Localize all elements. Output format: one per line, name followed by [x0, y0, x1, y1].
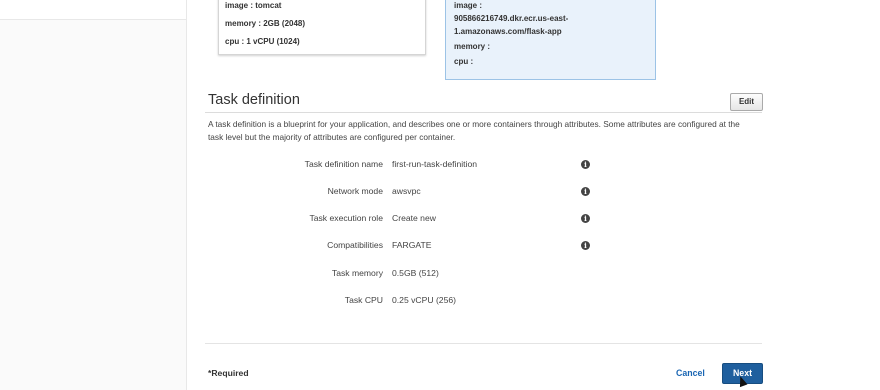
section-divider [205, 112, 762, 113]
field-value: Create new [392, 213, 436, 223]
field-row: Task execution role Create new i [200, 213, 620, 227]
section-title: Task definition [208, 92, 300, 108]
section-description: A task definition is a blueprint for you… [208, 119, 740, 142]
info-icon[interactable]: i [581, 241, 590, 250]
field-row: Task definition name first-run-task-defin… [200, 159, 620, 173]
container-cpu: cpu : 1 vCPU (1024) [225, 37, 300, 46]
container-image-line1: 905866216749.dkr.ecr.us-east- [454, 14, 569, 23]
field-label: Compatibilities [327, 240, 383, 250]
field-label: Task execution role [309, 213, 383, 223]
container-memory: memory : [454, 42, 491, 51]
field-label: Task memory [331, 268, 383, 278]
container-image-line2: 1.amazonaws.com/flask-app [454, 27, 562, 36]
container-memory: memory : 2GB (2048) [225, 19, 306, 28]
left-panel-header [0, 0, 186, 20]
field-value: awsvpc [392, 186, 421, 196]
field-value: FARGATE [392, 240, 432, 250]
info-icon[interactable]: i [581, 187, 590, 196]
footer-divider [205, 343, 762, 344]
field-row: Task memory 0.5GB (512) [200, 268, 620, 282]
cancel-link[interactable]: Cancel [676, 368, 705, 378]
container-cpu: cpu : [454, 57, 474, 66]
field-label: Task CPU [344, 295, 383, 305]
field-label: Network mode [327, 186, 383, 196]
required-note: *Required [208, 368, 249, 378]
info-icon[interactable]: i [581, 160, 590, 169]
container-card-tomcat[interactable]: image : tomcat memory : 2GB (2048) cpu :… [218, 0, 426, 55]
field-value: first-run-task-definition [392, 159, 478, 169]
field-row: Compatibilities FARGATE i [200, 240, 620, 254]
container-card-flask-app[interactable]: image : 905866216749.dkr.ecr.us-east- 1.… [445, 0, 656, 80]
field-value: 0.25 vCPU (256) [392, 295, 457, 305]
info-icon[interactable]: i [581, 214, 590, 223]
left-navigation-panel [0, 0, 187, 390]
container-image-label: image : [454, 1, 483, 10]
edit-button[interactable]: Edit [730, 93, 763, 111]
field-value: 0.5GB (512) [392, 268, 439, 278]
field-row: Network mode awsvpc i [200, 186, 620, 200]
field-label: Task definition name [304, 159, 383, 169]
container-image: image : tomcat [225, 1, 282, 10]
field-row: Task CPU 0.25 vCPU (256) [200, 295, 620, 309]
